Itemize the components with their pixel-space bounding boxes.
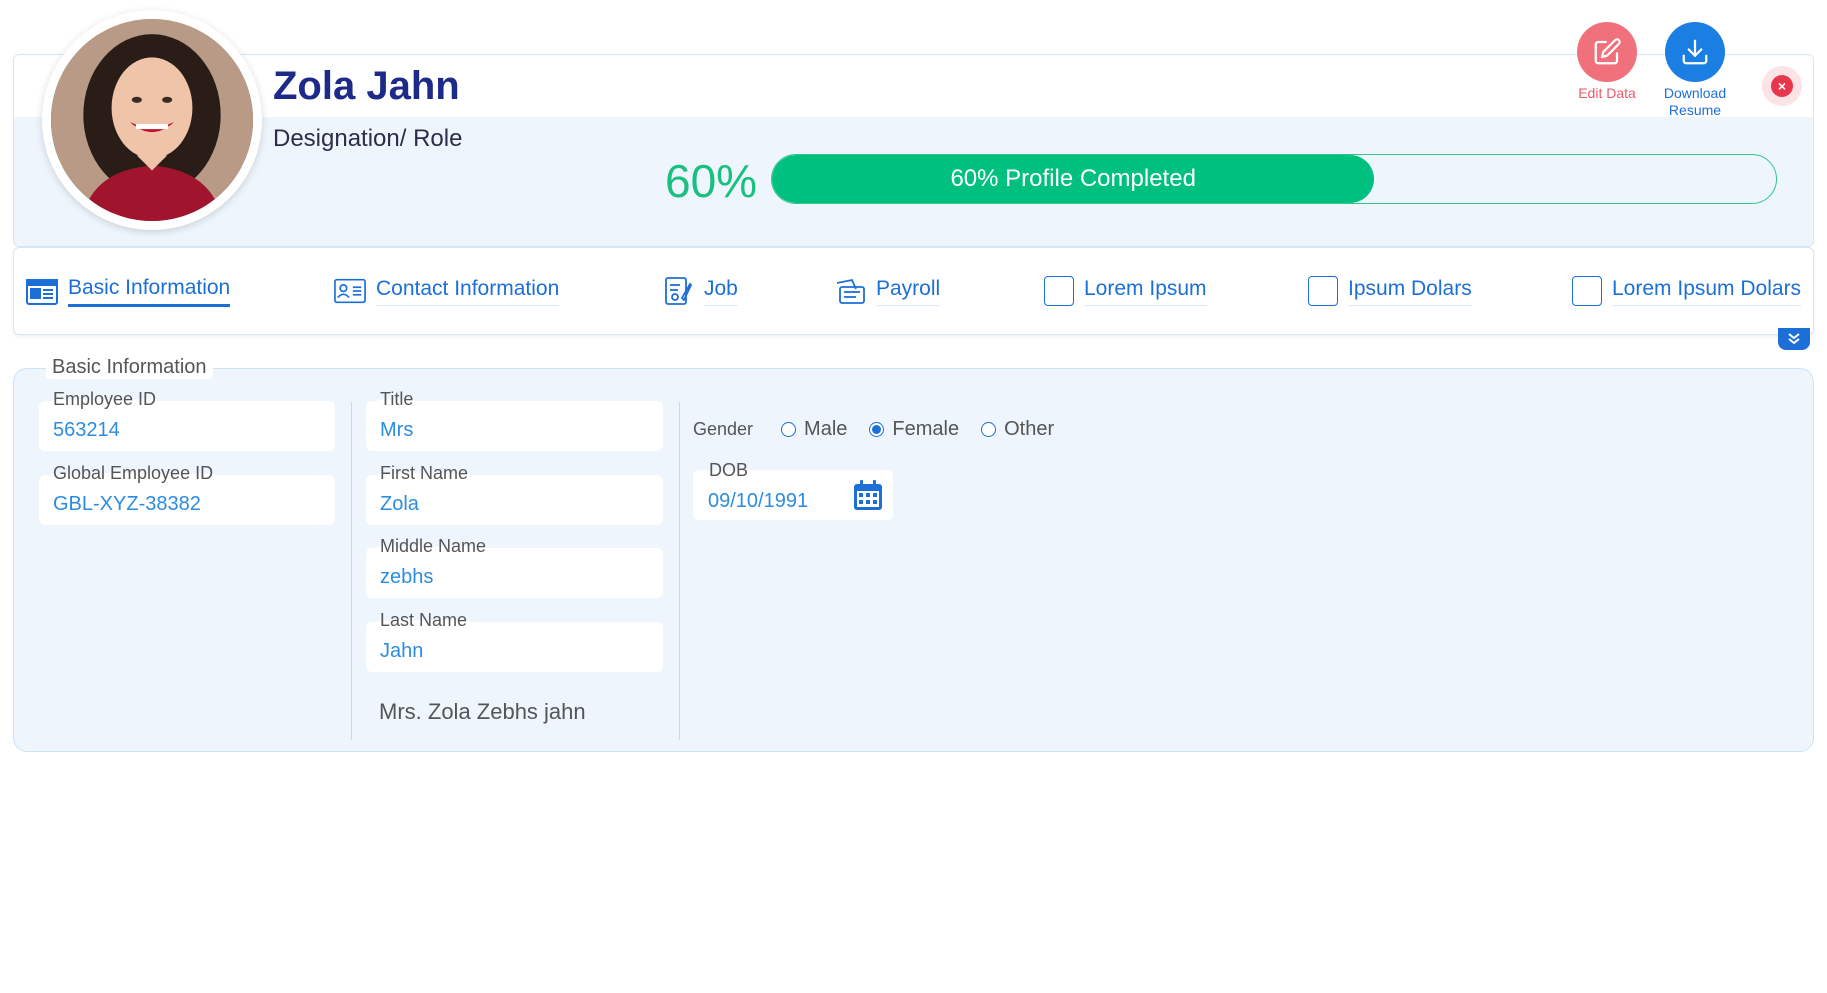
gender-radio-group: Gender Male Female Other — [693, 418, 1076, 441]
tab-label: Contact Information — [376, 277, 560, 306]
field-value: zebhs — [380, 566, 434, 588]
panel-title: Basic Information — [46, 356, 213, 379]
radio-indicator — [981, 422, 997, 437]
download-resume-button[interactable]: Download Resume — [1655, 22, 1735, 119]
last-name-field[interactable]: Last Name Jahn — [366, 610, 663, 672]
tab-label: Lorem Ipsum Dolars — [1612, 277, 1802, 306]
column-divider — [351, 402, 352, 740]
tab-label: Basic Information — [68, 276, 231, 307]
profile-name: Zola Jahn — [273, 64, 460, 108]
tab-lorem-ipsum-dolars[interactable]: Lorem Ipsum Dolars — [1572, 276, 1802, 306]
section-tabs: Basic Information Contact Information Jo… — [13, 247, 1814, 335]
avatar-portrait — [51, 19, 253, 221]
completion-percent: 60% — [665, 155, 758, 207]
radio-indicator — [869, 422, 885, 437]
field-value: Mrs — [380, 419, 414, 441]
download-icon — [1665, 22, 1725, 82]
full-name-display: Mrs. Zola Zebhs jahn — [379, 699, 586, 724]
global-employee-id-field[interactable]: Global Employee ID GBL-XYZ-38382 — [39, 463, 335, 525]
field-label: DOB — [707, 460, 751, 481]
edit-icon — [1577, 22, 1637, 82]
tab-ipsum-dolars[interactable]: Ipsum Dolars — [1308, 276, 1472, 306]
tab-label: Ipsum Dolars — [1348, 277, 1472, 306]
tab-payroll[interactable]: Payroll — [834, 276, 941, 306]
tab-label: Payroll — [876, 277, 941, 306]
edit-data-button[interactable]: Edit Data — [1567, 22, 1647, 102]
download-label-line1: Download — [1663, 85, 1727, 101]
radio-label: Female — [892, 418, 960, 440]
empty-box-icon — [1308, 276, 1338, 306]
empty-box-icon — [1572, 276, 1602, 306]
tab-label: Job — [704, 277, 738, 306]
gender-label: Gender — [693, 419, 754, 439]
tab-label: Lorem Ipsum — [1084, 277, 1207, 306]
field-value: 563214 — [53, 419, 120, 441]
profile-role: Designation/ Role — [273, 125, 463, 152]
avatar[interactable] — [42, 10, 262, 230]
news-card-icon — [26, 277, 58, 307]
job-document-icon — [662, 276, 694, 306]
tab-job[interactable]: Job — [662, 276, 738, 306]
collapse-toggle[interactable] — [1778, 328, 1810, 350]
gender-option-other[interactable]: Other — [981, 418, 1054, 441]
field-label: Employee ID — [51, 389, 159, 410]
employee-id-field[interactable]: Employee ID 563214 — [39, 389, 335, 451]
middle-name-field[interactable]: Middle Name zebhs — [366, 536, 663, 598]
field-label: First Name — [378, 463, 471, 484]
download-label-line2: Resume — [1668, 102, 1722, 118]
profile-progress-fill: 60% Profile Completed — [772, 155, 1375, 203]
tab-contact-information[interactable]: Contact Information — [334, 276, 560, 306]
column-divider — [679, 402, 680, 740]
profile-progress-bar: 60% Profile Completed — [771, 154, 1777, 204]
tab-lorem-ipsum[interactable]: Lorem Ipsum — [1044, 276, 1207, 306]
close-icon: × — [1771, 75, 1793, 97]
edit-data-label: Edit Data — [1578, 85, 1636, 101]
calendar-icon[interactable] — [853, 479, 883, 516]
first-name-field[interactable]: First Name Zola — [366, 463, 663, 525]
payroll-icon — [834, 276, 866, 306]
field-label: Last Name — [378, 610, 470, 631]
gender-option-male[interactable]: Male — [781, 418, 847, 441]
field-value: Zola — [380, 493, 419, 515]
double-chevron-down-icon — [1788, 333, 1800, 345]
field-value: GBL-XYZ-38382 — [53, 493, 201, 515]
field-value: Jahn — [380, 640, 424, 662]
avatar-photo — [51, 19, 253, 221]
close-button[interactable]: × — [1762, 66, 1802, 106]
field-label: Middle Name — [378, 536, 489, 557]
tab-basic-information[interactable]: Basic Information — [26, 276, 231, 307]
radio-label: Male — [804, 418, 848, 440]
gender-option-female[interactable]: Female — [869, 418, 959, 441]
radio-label: Other — [1004, 418, 1055, 440]
empty-box-icon — [1044, 276, 1074, 306]
radio-indicator — [781, 422, 797, 437]
field-label: Global Employee ID — [51, 463, 216, 484]
field-value: 09/10/1991 — [708, 490, 809, 512]
field-label: Title — [378, 389, 416, 410]
title-field[interactable]: Title Mrs — [366, 389, 663, 451]
id-card-icon — [334, 276, 366, 306]
dob-field[interactable]: DOB 09/10/1991 — [693, 460, 893, 520]
